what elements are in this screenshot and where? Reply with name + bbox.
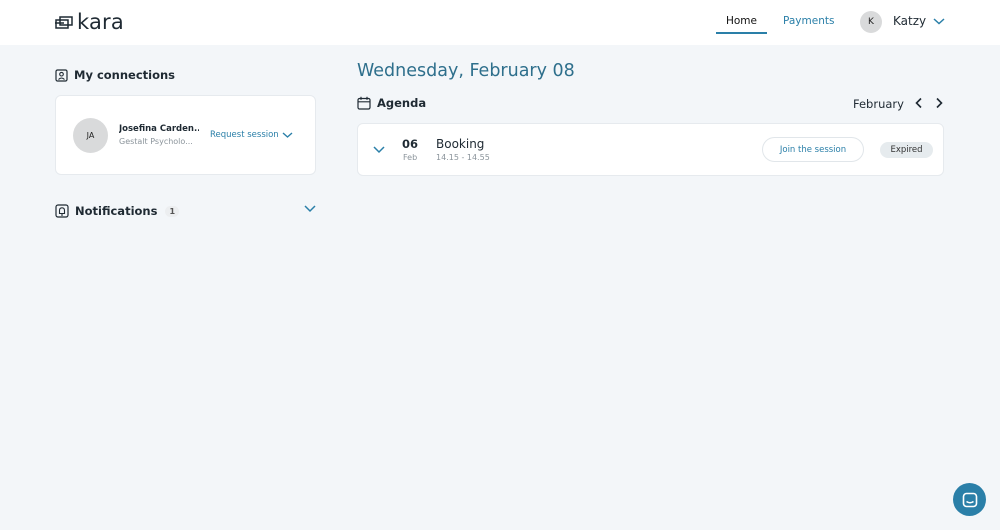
date-heading: Wednesday, February 08 [357, 61, 575, 81]
expand-chevron-icon[interactable] [373, 145, 385, 154]
request-session-button[interactable]: Request session [210, 130, 279, 140]
top-bar: kara Home Payments K Katzy [0, 0, 1000, 45]
notifications-heading[interactable]: Notifications 1 [55, 204, 180, 218]
event-month: Feb [403, 153, 418, 162]
user-avatar[interactable]: K [860, 11, 882, 33]
agenda-heading: Agenda [357, 96, 426, 110]
nav-home[interactable]: Home [716, 15, 767, 27]
logo[interactable]: kara [55, 10, 124, 34]
connection-avatar: JA [73, 118, 108, 153]
logo-icon [55, 16, 73, 29]
user-initial: K [868, 17, 874, 27]
connection-role: Gestalt Psycholo... [119, 137, 193, 146]
chevron-down-icon[interactable] [282, 131, 293, 139]
chat-button[interactable] [953, 483, 986, 516]
connection-initials: JA [86, 131, 95, 140]
notifications-chevron-icon[interactable] [304, 204, 316, 213]
join-session-button[interactable]: Join the session [762, 137, 864, 162]
logo-text: kara [77, 10, 124, 34]
event-title: Booking [436, 137, 485, 151]
nav-payments[interactable]: Payments [783, 15, 834, 27]
user-menu-chevron-icon[interactable] [933, 16, 945, 26]
status-badge: Expired [880, 142, 933, 158]
connections-heading: My connections [55, 68, 175, 82]
chat-icon [962, 492, 977, 507]
chevron-right-icon[interactable] [934, 97, 944, 109]
month-label: February [853, 97, 904, 111]
contact-icon [55, 68, 68, 82]
connection-name: Josefina Carden... [119, 124, 199, 134]
event-time: 14.15 - 14.55 [436, 153, 490, 162]
notifications-title: Notifications [75, 204, 158, 218]
nav-active-indicator [716, 32, 767, 34]
user-name[interactable]: Katzy [893, 14, 926, 28]
agenda-title: Agenda [377, 96, 427, 110]
event-day: 06 [402, 137, 419, 151]
bell-icon [55, 204, 69, 218]
chevron-left-icon[interactable] [914, 97, 924, 109]
agenda-event-card: 06 Feb Booking 14.15 - 14.55 Join the se… [357, 123, 944, 176]
calendar-icon [357, 96, 371, 110]
connection-card: JA Josefina Carden... Gestalt Psycholo..… [55, 95, 316, 175]
notifications-count-badge: 1 [165, 205, 180, 217]
connections-title: My connections [74, 68, 176, 82]
